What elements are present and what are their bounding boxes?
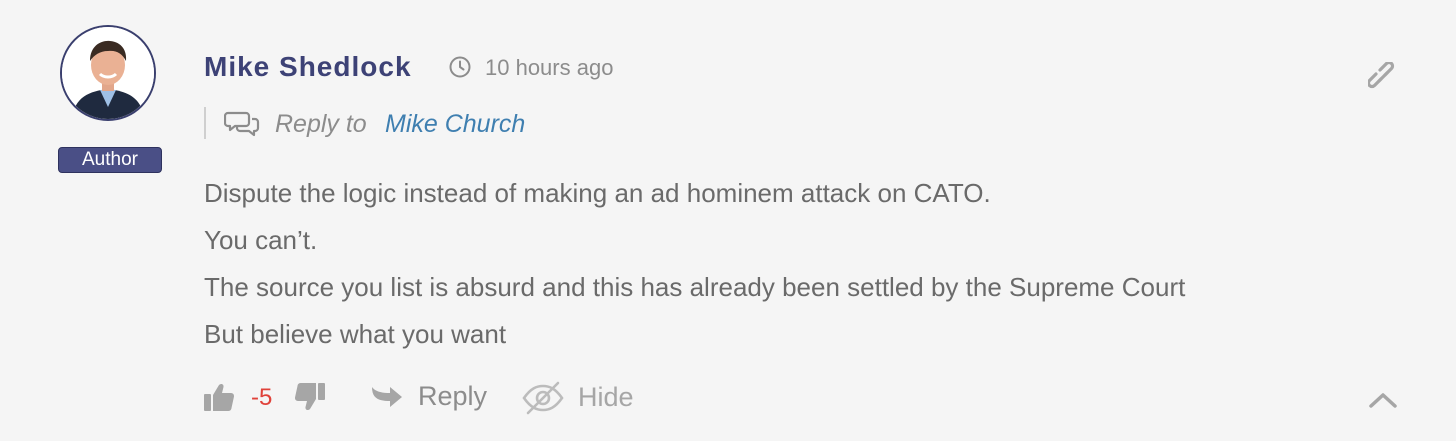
reply-to-author-link[interactable]: Mike Church [385,108,525,140]
avatar-photo [62,27,154,119]
comment-text-line: Dispute the logic instead of making an a… [204,178,991,208]
reply-arrow-icon[interactable] [370,384,404,415]
clock-icon [448,55,472,84]
author-badge: Author [58,147,162,173]
comment-body: Dispute the logic instead of making an a… [204,170,1185,358]
speech-bubbles-icon [223,109,260,142]
comment-text-line: But believe what you want [204,319,507,349]
reply-indicator-line [204,107,206,139]
thumbs-up-icon[interactable] [203,382,235,417]
thumbs-down-icon[interactable] [294,382,326,417]
link-icon[interactable] [1366,60,1398,97]
comment: Author Mike Shedlock 10 hours ago Reply … [0,0,1456,441]
comment-text-line: You can’t. [204,225,318,255]
avatar[interactable] [60,25,156,121]
comment-timestamp[interactable]: 10 hours ago [485,55,613,81]
hide-button[interactable]: Hide [578,381,634,413]
chevron-up-icon[interactable] [1368,390,1398,415]
reply-to-label: Reply to [275,110,367,138]
author-name[interactable]: Mike Shedlock [204,50,412,84]
comment-text-line: The source you list is absurd and this h… [204,272,1186,302]
reply-button[interactable]: Reply [418,380,487,412]
vote-count: -5 [251,384,273,411]
eye-slash-icon[interactable] [522,381,564,420]
